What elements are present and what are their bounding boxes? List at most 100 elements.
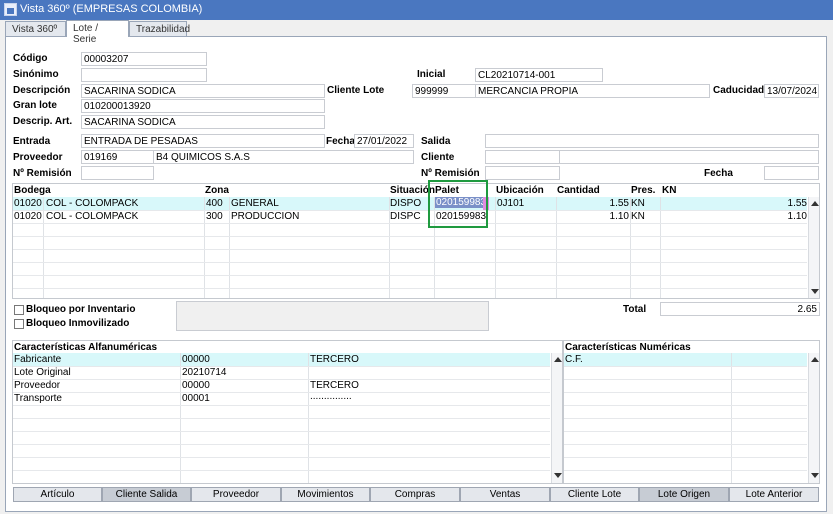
proveedor-code-field[interactable]: 019169 (81, 150, 154, 164)
salida-fecha-field[interactable] (764, 166, 819, 180)
col-kn[interactable]: KN (662, 185, 676, 196)
row-highlight (13, 353, 550, 366)
gran-lote-label: Gran lote (13, 100, 57, 111)
cell-ubicacion: 0J101 (497, 198, 525, 209)
alfa-value: TERCERO (310, 354, 359, 365)
cell-kn: 1.10 (787, 211, 807, 222)
bloqueo-detail-box (176, 301, 489, 331)
alfa-name: Lote Original (14, 367, 71, 378)
col-pres[interactable]: Pres. (631, 185, 655, 196)
bloqueo-inventario-checkbox[interactable] (14, 305, 24, 315)
proveedor-name-field[interactable]: B4 QUIMICOS S.A.S (153, 150, 414, 164)
tab-vista-360[interactable]: Vista 360º (5, 21, 66, 37)
cell-pres: KN (631, 198, 645, 209)
entrada-fecha-field[interactable]: 27/01/2022 (354, 134, 414, 148)
bloqueo-inventario-label: Bloqueo por Inventario (26, 304, 136, 315)
salida-remision-field[interactable] (485, 166, 560, 180)
cell-kn: 1.55 (787, 198, 807, 209)
scroll-down-icon[interactable] (554, 473, 562, 478)
descrip-art-label: Descrip. Art. (13, 116, 73, 127)
total-field[interactable]: 2.65 (660, 302, 820, 316)
cell-zona: 300 (206, 211, 223, 222)
scroll-up-icon[interactable] (811, 201, 819, 206)
articulo-button[interactable]: Artículo (13, 487, 102, 502)
inicial-label: Inicial (417, 69, 446, 80)
inicial-field[interactable]: CL20210714-001 (475, 68, 603, 82)
cliente-lote-name-field[interactable]: MERCANCIA PROPIA (475, 84, 710, 98)
entrada-fecha-label: Fecha (326, 136, 355, 147)
descrip-art-field[interactable]: SACARINA SODICA (81, 115, 325, 129)
entrada-field[interactable]: ENTRADA DE PESADAS (81, 134, 325, 148)
entrada-remision-label: Nº Remisión (13, 168, 72, 179)
lote-anterior-button[interactable]: Lote Anterior (729, 487, 819, 502)
col-zona[interactable]: Zona (205, 185, 229, 196)
cell-bodega-name: COL - COLOMPACK (46, 198, 139, 209)
proveedor-label: Proveedor (13, 152, 63, 163)
alfanumericas-scrollbar[interactable] (551, 353, 562, 483)
tab-lote-serie[interactable]: Lote / Serie (66, 20, 129, 45)
cell-cantidad: 1.55 (609, 198, 629, 209)
descripcion-label: Descripción (13, 85, 71, 96)
cliente-lote-label: Cliente Lote (327, 85, 385, 96)
salida-fecha-label: Fecha (704, 168, 733, 179)
cell-pres: KN (631, 211, 645, 222)
cell-bodega: 01020 (14, 211, 42, 222)
numericas-grid[interactable]: Características Numéricas C.F. (563, 340, 820, 484)
alfa-value: TERCERO (310, 380, 359, 391)
cliente-code-field[interactable] (485, 150, 560, 164)
col-ubicacion[interactable]: Ubicación (496, 185, 544, 196)
cell-cantidad: 1.10 (609, 211, 629, 222)
window-title: Vista 360º (EMPRESAS COLOMBIA) (20, 3, 203, 15)
cliente-name-field[interactable] (559, 150, 819, 164)
salida-label: Salida (421, 136, 451, 147)
numericas-title: Características Numéricas (565, 342, 691, 353)
cell-zona-name: PRODUCCION (231, 211, 300, 222)
salida-field[interactable] (485, 134, 819, 148)
cliente-lote-code-field[interactable]: 999999 (412, 84, 476, 98)
caducidad-label: Caducidad (713, 85, 765, 96)
sinonimo-field[interactable] (81, 68, 207, 82)
cliente-salida-button[interactable]: Cliente Salida (102, 487, 191, 502)
palet-highlight-box (428, 180, 488, 228)
scroll-up-icon[interactable] (554, 357, 562, 362)
compras-button[interactable]: Compras (370, 487, 460, 502)
alfa-code: 00000 (182, 354, 210, 365)
alfa-code: 00000 (182, 380, 210, 391)
tab-trazabilidad[interactable]: Trazabilidad (129, 21, 190, 37)
descripcion-field[interactable]: SACARINA SODICA (81, 84, 325, 98)
movimientos-button[interactable]: Movimientos (281, 487, 370, 502)
codigo-label: Código (13, 53, 48, 64)
col-bodega[interactable]: Bodega (14, 185, 51, 196)
numericas-scrollbar[interactable] (808, 353, 819, 483)
cliente-label: Cliente (421, 152, 455, 163)
codigo-field[interactable]: 00003207 (81, 52, 207, 66)
stock-grid-scrollbar[interactable] (808, 197, 819, 298)
cell-situacion: DISPC (390, 211, 421, 222)
stock-grid[interactable]: Bodega Zona Situación Palet Ubicación Ca… (12, 183, 820, 299)
alfanumericas-title: Características Alfanuméricas (14, 342, 158, 353)
row-highlight (564, 353, 807, 366)
salida-remision-label: Nº Remisión (421, 168, 480, 179)
bloqueo-inmovilizado-checkbox[interactable] (14, 319, 24, 329)
caducidad-field[interactable]: 13/07/2024 (764, 84, 819, 98)
scroll-down-icon[interactable] (811, 289, 819, 294)
cell-zona: 400 (206, 198, 223, 209)
num-name: C.F. (565, 354, 583, 365)
ventas-button[interactable]: Ventas (460, 487, 550, 502)
cell-zona-name: GENERAL (231, 198, 279, 209)
scroll-up-icon[interactable] (811, 357, 819, 362)
alfa-name: Proveedor (14, 380, 61, 391)
alfa-code: 00001 (182, 393, 210, 404)
col-cantidad[interactable]: Cantidad (557, 185, 600, 196)
lote-origen-button[interactable]: Lote Origen (639, 487, 729, 502)
gran-lote-field[interactable]: 010200013920 (81, 99, 325, 113)
app-icon (4, 3, 17, 16)
alfanumericas-grid[interactable]: Características Alfanuméricas Fabricante… (12, 340, 563, 484)
scroll-down-icon[interactable] (811, 473, 819, 478)
bloqueo-inmovilizado-label: Bloqueo Inmovilizado (26, 318, 130, 329)
entrada-remision-field[interactable] (81, 166, 154, 180)
alfa-name: Fabricante (14, 354, 62, 365)
alfa-code: 20210714 (182, 367, 227, 378)
proveedor-button[interactable]: Proveedor (191, 487, 281, 502)
cliente-lote-button[interactable]: Cliente Lote (550, 487, 639, 502)
